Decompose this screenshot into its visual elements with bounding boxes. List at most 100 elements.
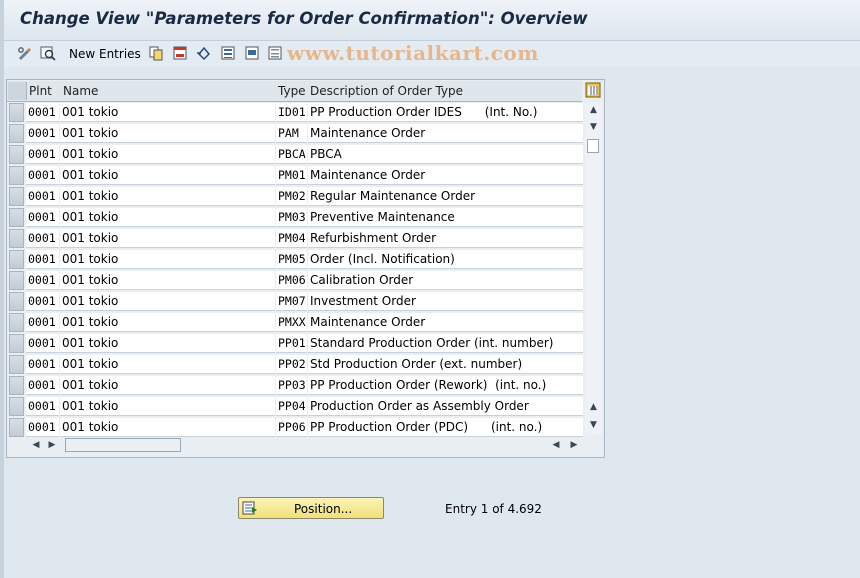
description-cell[interactable]: Investment Order [308, 292, 583, 311]
name-cell[interactable]: 001 tokio [60, 334, 275, 353]
row-selector[interactable] [9, 397, 24, 416]
row-selector[interactable] [9, 145, 24, 164]
scroll-up-icon[interactable]: ▲ [585, 102, 602, 118]
type-cell[interactable]: PM05 [276, 250, 307, 269]
plant-cell[interactable]: 0001 [26, 187, 59, 206]
table-row[interactable]: 0001 001 tokio PM01 Maintenance Order [7, 165, 583, 186]
plant-cell[interactable]: 0001 [26, 124, 59, 143]
plant-cell[interactable]: 0001 [26, 229, 59, 248]
row-selector[interactable] [9, 124, 24, 143]
name-cell[interactable]: 001 tokio [60, 271, 275, 290]
table-row[interactable]: 0001 001 tokio PP04 Production Order as Ass… [7, 396, 583, 417]
plant-cell[interactable]: 0001 [26, 355, 59, 374]
description-cell[interactable]: Production Order as Assembly Order [308, 397, 583, 416]
table-row[interactable]: 0001 001 tokio PM05 Order (Incl. Notificati… [7, 249, 583, 270]
table-row[interactable]: 0001 001 tokio PP01 Standard Production Ord… [7, 333, 583, 354]
description-cell[interactable]: PBCA [308, 145, 583, 164]
horizontal-scrollbar[interactable]: ◀ ▶ ◀ ▶ [27, 437, 583, 453]
page-down-icon[interactable]: ▼ [585, 417, 602, 433]
type-cell[interactable]: PBCA [276, 145, 307, 164]
table-row[interactable]: 0001 001 tokio ID01 PP Production Order IDE… [7, 102, 583, 123]
name-cell[interactable]: 001 tokio [60, 229, 275, 248]
table-row[interactable]: 0001 001 tokio PBCA PBCA [7, 144, 583, 165]
description-cell[interactable]: Std Production Order (ext. number) [308, 355, 583, 374]
name-cell[interactable]: 001 tokio [60, 313, 275, 332]
plant-cell[interactable]: 0001 [26, 250, 59, 269]
description-cell[interactable]: Calibration Order [308, 271, 583, 290]
display-change-icon[interactable] [16, 44, 34, 62]
type-cell[interactable]: PM03 [276, 208, 307, 227]
table-row[interactable]: 0001 001 tokio PM03 Preventive Maintenance [7, 207, 583, 228]
row-selector[interactable] [9, 103, 24, 122]
name-cell[interactable]: 001 tokio [60, 376, 275, 395]
row-selector[interactable] [9, 376, 24, 395]
row-selector[interactable] [9, 208, 24, 227]
description-cell[interactable]: Standard Production Order (int. number) [308, 334, 583, 353]
row-selector[interactable] [9, 271, 24, 290]
table-row[interactable]: 0001 001 tokio PP03 PP Production Order (Re… [7, 375, 583, 396]
table-row[interactable]: 0001 001 tokio PP02 Std Production Order (e… [7, 354, 583, 375]
table-row[interactable]: 0001 001 tokio PMXX Maintenance Order [7, 312, 583, 333]
type-cell[interactable]: PP02 [276, 355, 307, 374]
row-selector[interactable] [9, 334, 24, 353]
description-cell[interactable]: PP Production Order (Rework) (int. no.) [308, 376, 583, 395]
name-cell[interactable]: 001 tokio [60, 166, 275, 185]
plant-cell[interactable]: 0001 [26, 208, 59, 227]
plant-cell[interactable]: 0001 [26, 271, 59, 290]
other-entry-icon[interactable] [39, 44, 57, 62]
copy-as-icon[interactable] [147, 44, 165, 62]
plant-cell[interactable]: 0001 [26, 145, 59, 164]
row-selector[interactable] [9, 355, 24, 374]
plant-cell[interactable]: 0001 [26, 397, 59, 416]
name-cell[interactable]: 001 tokio [60, 292, 275, 311]
type-cell[interactable]: PP06 [276, 418, 307, 437]
select-all-rows-button[interactable] [8, 82, 27, 100]
description-cell[interactable]: PP Production Order IDES (Int. No.) [308, 103, 583, 122]
scroll-left-icon[interactable]: ◀ [29, 437, 43, 453]
vertical-scrollbar[interactable]: ▲ ▼ ▲ ▼ [585, 102, 602, 435]
plant-cell[interactable]: 0001 [26, 313, 59, 332]
row-selector[interactable] [9, 313, 24, 332]
name-cell[interactable]: 001 tokio [60, 124, 275, 143]
plant-cell[interactable]: 0001 [26, 292, 59, 311]
name-cell[interactable]: 001 tokio [60, 397, 275, 416]
name-cell[interactable]: 001 tokio [60, 355, 275, 374]
row-selector[interactable] [9, 166, 24, 185]
plant-cell[interactable]: 0001 [26, 376, 59, 395]
name-cell[interactable]: 001 tokio [60, 418, 275, 437]
select-all-icon[interactable] [219, 44, 237, 62]
type-cell[interactable]: PP01 [276, 334, 307, 353]
name-cell[interactable]: 001 tokio [60, 250, 275, 269]
row-selector[interactable] [9, 250, 24, 269]
description-cell[interactable]: Refurbishment Order [308, 229, 583, 248]
column-header-type[interactable]: Type [278, 84, 306, 98]
plant-cell[interactable]: 0001 [26, 418, 59, 437]
vertical-scroll-thumb[interactable] [587, 139, 599, 153]
type-cell[interactable]: PP03 [276, 376, 307, 395]
plant-cell[interactable]: 0001 [26, 166, 59, 185]
name-cell[interactable]: 001 tokio [60, 208, 275, 227]
description-cell[interactable]: Regular Maintenance Order [308, 187, 583, 206]
plant-cell[interactable]: 0001 [26, 334, 59, 353]
table-settings-icon[interactable] [585, 82, 601, 98]
column-header-name[interactable]: Name [63, 84, 98, 98]
type-cell[interactable]: PM04 [276, 229, 307, 248]
page-up-icon[interactable]: ▲ [585, 399, 602, 415]
type-cell[interactable]: PMXX [276, 313, 307, 332]
plant-cell[interactable]: 0001 [26, 103, 59, 122]
type-cell[interactable]: PM01 [276, 166, 307, 185]
table-row[interactable]: 0001 001 tokio PM04 Refurbishment Order [7, 228, 583, 249]
description-cell[interactable]: Order (Incl. Notification) [308, 250, 583, 269]
description-cell[interactable]: PP Production Order (PDC) (int. no.) [308, 418, 583, 437]
select-block-icon[interactable] [243, 44, 261, 62]
column-header-plnt[interactable]: Plnt [29, 84, 52, 98]
table-row[interactable]: 0001 001 tokio PM06 Calibration Order [7, 270, 583, 291]
name-cell[interactable]: 001 tokio [60, 187, 275, 206]
name-cell[interactable]: 001 tokio [60, 145, 275, 164]
table-row[interactable]: 0001 001 tokio PM07 Investment Order [7, 291, 583, 312]
name-cell[interactable]: 001 tokio [60, 103, 275, 122]
type-cell[interactable]: PM07 [276, 292, 307, 311]
type-cell[interactable]: PM06 [276, 271, 307, 290]
scroll-down-icon[interactable]: ▼ [585, 119, 602, 135]
row-selector[interactable] [9, 418, 24, 437]
